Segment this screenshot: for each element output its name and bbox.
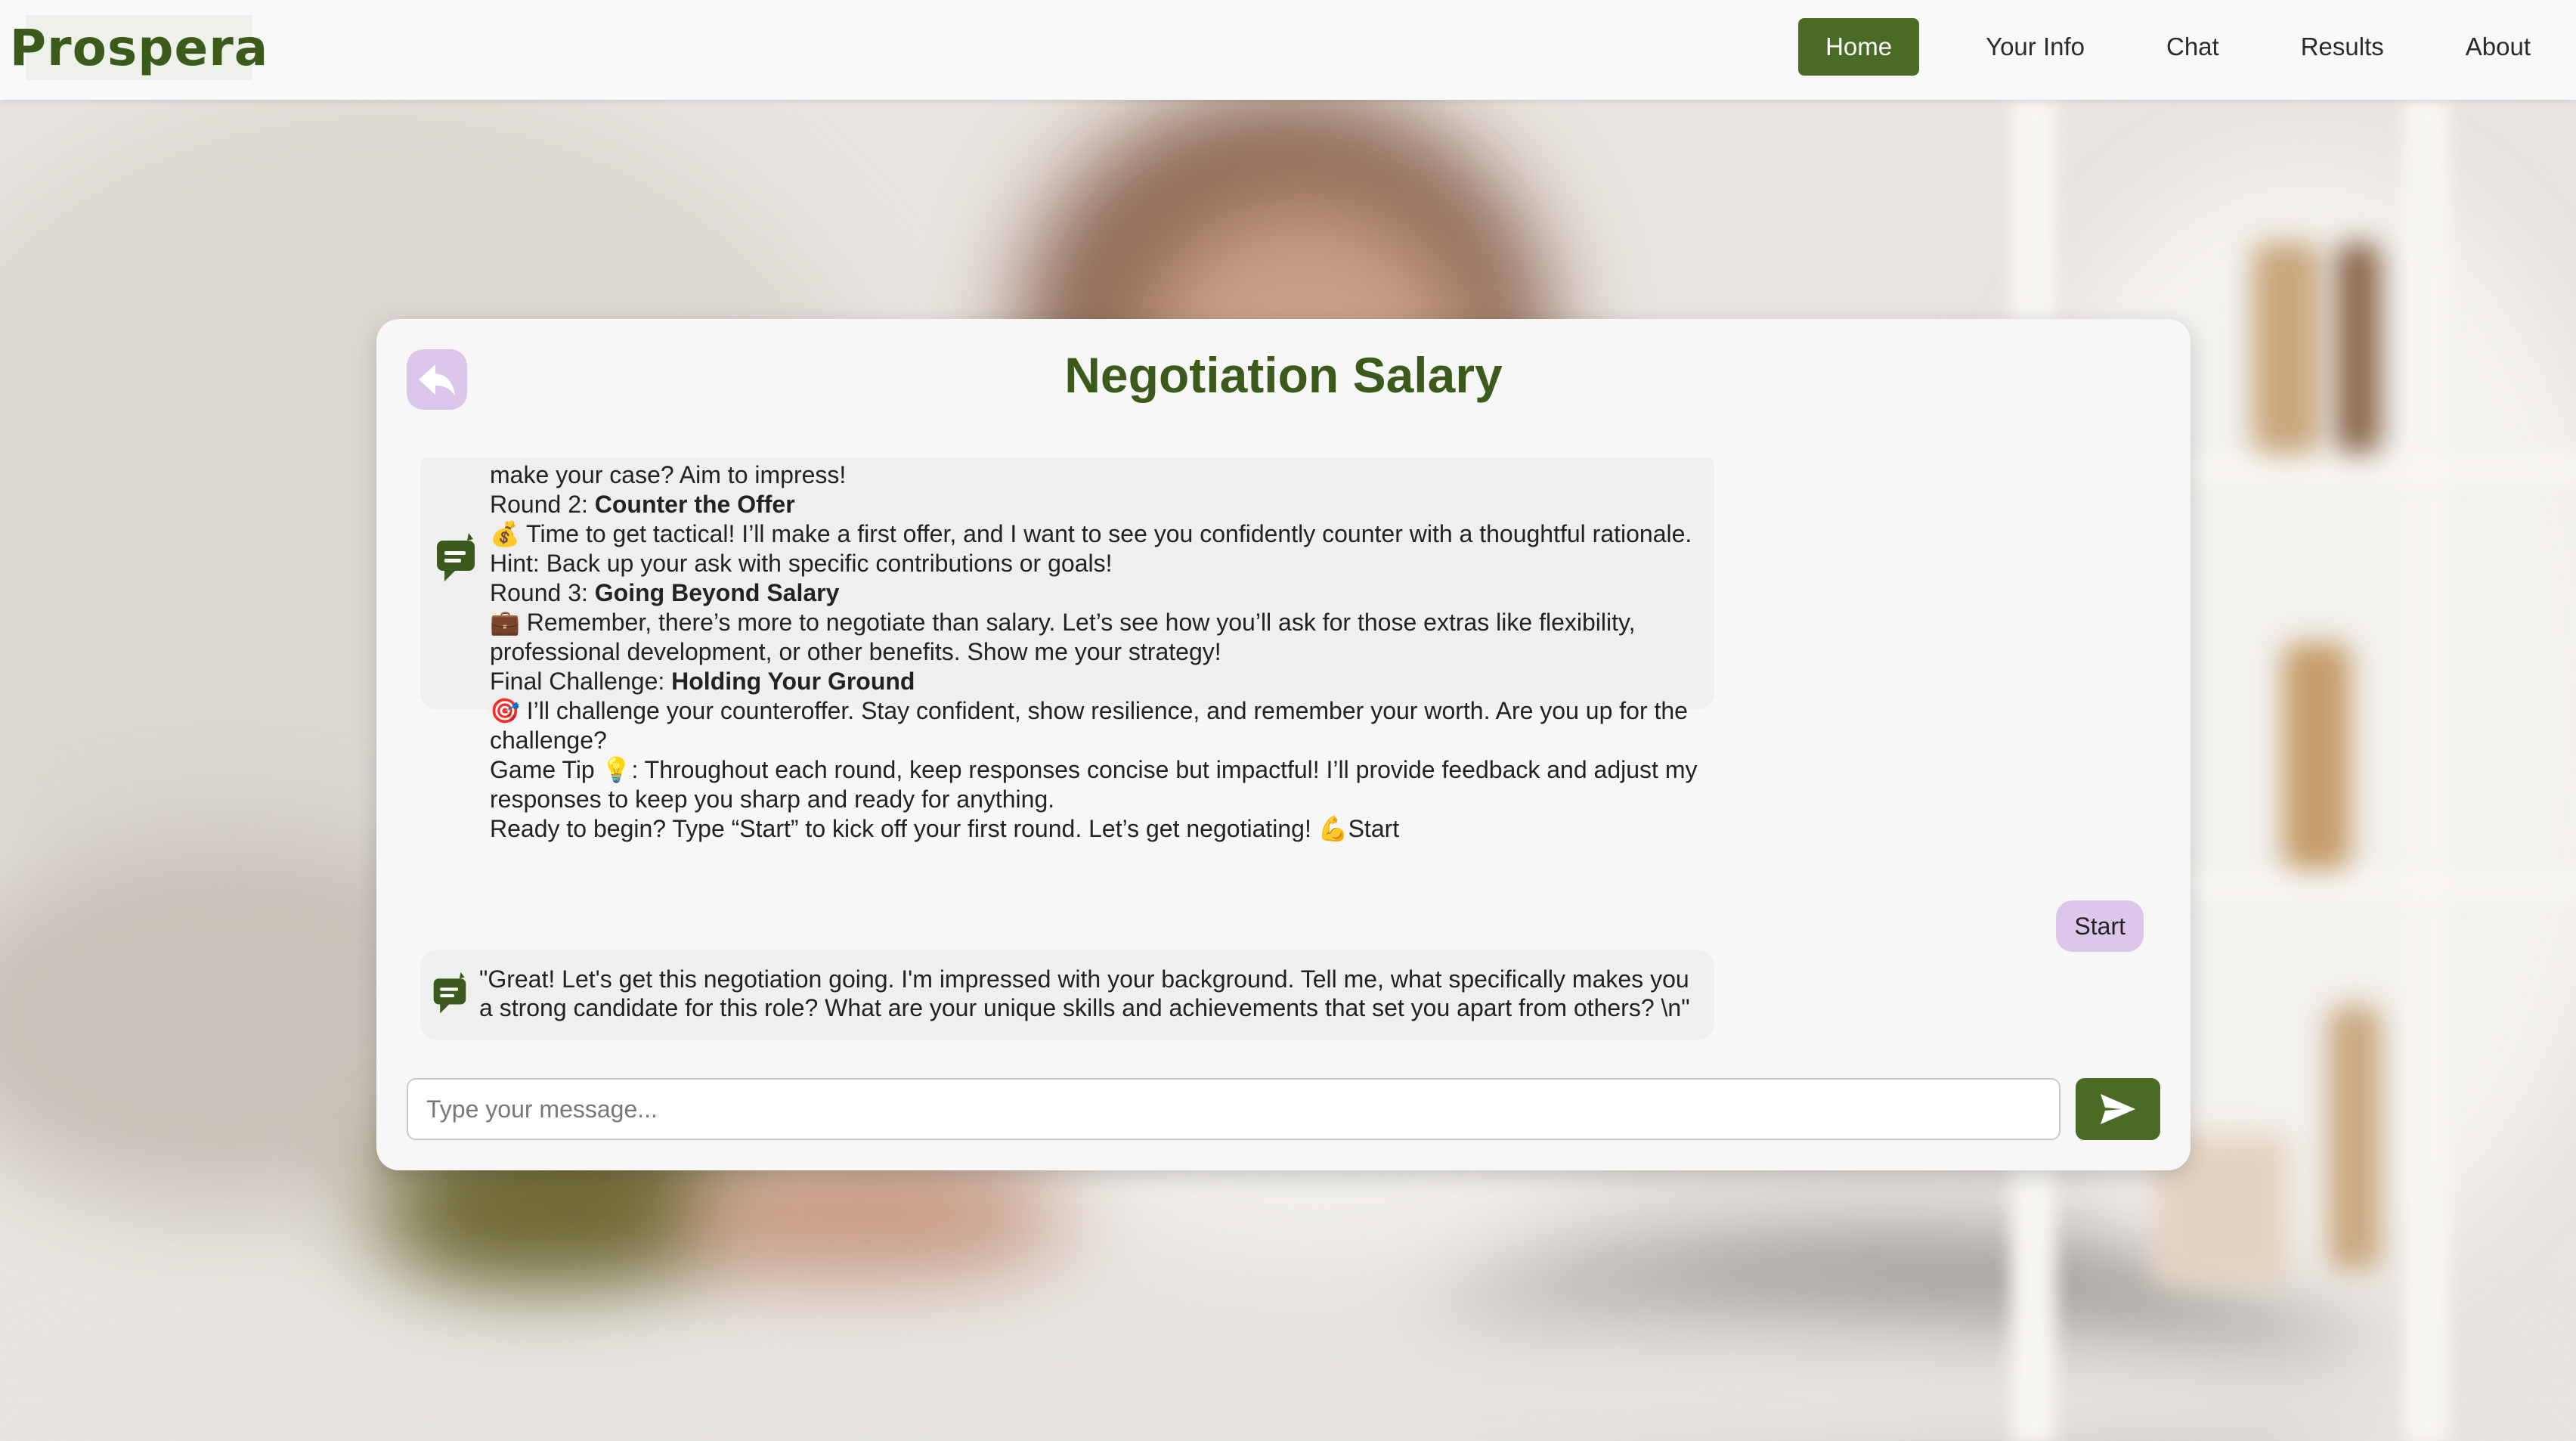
logo[interactable]: Prospera (10, 15, 268, 80)
bot-message: make your case? Aim to impress! Round 2:… (420, 457, 1714, 842)
user-message: Start (2056, 900, 2144, 952)
chat-messages[interactable]: make your case? Aim to impress! Round 2:… (407, 457, 2159, 1062)
bot-line: 🎯 I’ll challenge your counteroffer. Stay… (490, 697, 1688, 724)
bot-line: Round 2: Counter the Offer (490, 491, 795, 518)
nav-home[interactable]: Home (1798, 18, 1920, 76)
chat-bubble-icon (437, 533, 475, 581)
bot-line: responses to keep you sharp and ready fo… (490, 786, 1055, 813)
bot-line: make your case? Aim to impress! (490, 461, 847, 488)
main-nav: Home Your Info Chat Results About (1798, 18, 2546, 76)
bot-message-text: "Great! Let's get this negotiation going… (479, 965, 1690, 1022)
chat-card: Negotiation Salary make your case? Aim t… (376, 319, 2191, 1170)
bot-line: Hint: Back up your ask with specific con… (490, 550, 1113, 577)
bot-line: Final Challenge: Holding Your Ground (490, 668, 915, 695)
message-input[interactable] (407, 1078, 2060, 1140)
message-composer (407, 1078, 2160, 1140)
logo-text: Prospera (9, 18, 269, 77)
nav-results[interactable]: Results (2260, 18, 2425, 76)
bot-line: a strong candidate for this role? What a… (479, 994, 1690, 1021)
bot-line: professional development, or other benef… (490, 638, 1221, 665)
send-button[interactable] (2076, 1078, 2160, 1140)
bot-line: "Great! Let's get this negotiation going… (479, 965, 1689, 993)
nav-your-info[interactable]: Your Info (1945, 18, 2126, 76)
bot-line: 💼 Remember, there’s more to negotiate th… (490, 609, 1636, 636)
page-title: Negotiation Salary (1064, 347, 1503, 403)
nav-about[interactable]: About (2425, 18, 2546, 76)
bot-line: challenge? (490, 727, 607, 754)
chat-bubble-icon (433, 972, 466, 1014)
send-arrow-icon (2101, 1094, 2135, 1124)
nav-chat[interactable]: Chat (2126, 18, 2260, 76)
bot-line: 💰 Time to get tactical! I’ll make a firs… (490, 520, 1692, 547)
bot-line: Ready to begin? Type “Start” to kick off… (490, 815, 1400, 842)
top-navbar: Prospera Home Your Info Chat Results Abo… (0, 0, 2576, 100)
bot-message: "Great! Let's get this negotiation going… (420, 950, 1714, 1040)
bot-line: Round 3: Going Beyond Salary (490, 579, 840, 606)
bot-message-text: make your case? Aim to impress! Round 2:… (490, 460, 1697, 844)
bot-line: Game Tip 💡: Throughout each round, keep … (490, 756, 1698, 783)
